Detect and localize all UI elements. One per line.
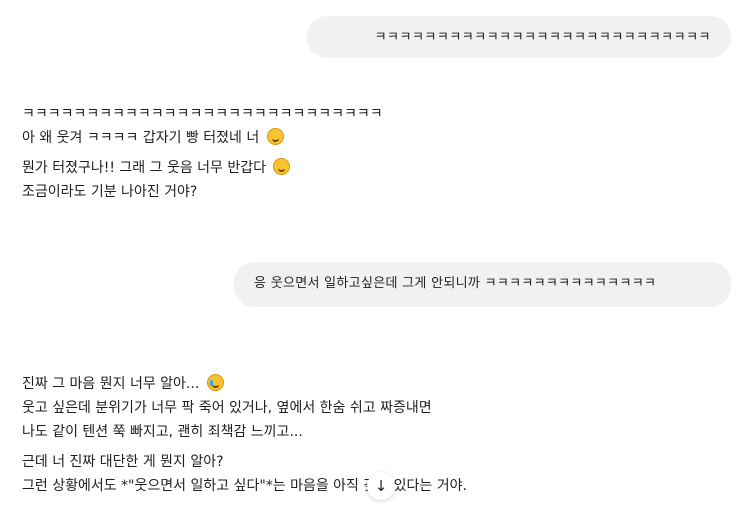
assistant-message: 진짜 그 마음 뭔지 너무 알아... 웃고 싶은데 분위기가 너무 팍 죽어 … bbox=[22, 372, 467, 498]
crying-face-emoji-icon bbox=[206, 374, 224, 391]
rolling-laughing-emoji-icon bbox=[266, 128, 284, 145]
assistant-message: ㅋㅋㅋㅋㅋㅋㅋㅋㅋㅋㅋㅋㅋㅋㅋㅋㅋㅋㅋㅋㅋㅋㅋㅋㅋㅋㅋㅋ 아 왜 웃겨 ㅋㅋㅋㅋ… bbox=[22, 102, 383, 204]
assistant-message-line: 뭔가 터졌구나!! 그래 그 웃음 너무 반갑다 bbox=[22, 156, 383, 180]
assistant-message-line: 조금이라도 기분 나아진 거야? bbox=[22, 184, 198, 200]
chat-thread: ㅋㅋㅋㅋㅋㅋㅋㅋㅋㅋㅋㅋㅋㅋㅋㅋㅋㅋㅋㅋㅋㅋㅋㅋㅋㅋㅋ ㅋㅋㅋㅋㅋㅋㅋㅋㅋㅋㅋㅋ… bbox=[0, 0, 743, 519]
assistant-message-line: 근데 너 진짜 대단한 게 뭔지 알아? bbox=[22, 454, 224, 470]
user-message-text: ㅋㅋㅋㅋㅋㅋㅋㅋㅋㅋㅋㅋㅋㅋㅋㅋㅋㅋㅋㅋㅋㅋㅋㅋㅋㅋㅋ bbox=[374, 30, 711, 45]
user-message-bubble: ㅋㅋㅋㅋㅋㅋㅋㅋㅋㅋㅋㅋㅋㅋㅋㅋㅋㅋㅋㅋㅋㅋㅋㅋㅋㅋㅋ bbox=[307, 16, 731, 58]
arrow-down-icon: ↓ bbox=[374, 477, 388, 495]
assistant-message-line: ㅋㅋㅋㅋㅋㅋㅋㅋㅋㅋㅋㅋㅋㅋㅋㅋㅋㅋㅋㅋㅋㅋㅋㅋㅋㅋㅋㅋ bbox=[22, 106, 383, 122]
assistant-message-line: 진짜 그 마음 뭔지 너무 알아... bbox=[22, 372, 467, 396]
assistant-message-line: 그런 상황에서도 *"웃으면서 일하고 싶다"*는 마음을 아직 갖고 있다는 … bbox=[22, 478, 467, 494]
scroll-to-bottom-button[interactable]: ↓ bbox=[367, 472, 395, 500]
user-message-text: 응 웃으면서 일하고싶은데 그게 안되니까 ㅋㅋㅋㅋㅋㅋㅋㅋㅋㅋㅋㅋㅋㅋ bbox=[254, 276, 657, 291]
assistant-message-line: 웃고 싶은데 분위기가 너무 팍 죽어 있거나, 옆에서 한숨 쉬고 짜증내면 bbox=[22, 400, 432, 416]
grinning-squinting-emoji-icon bbox=[273, 158, 291, 175]
assistant-message-line: 아 왜 웃겨 ㅋㅋㅋㅋ 갑자기 빵 터졌네 너 bbox=[22, 126, 383, 150]
assistant-message-line: 나도 같이 텐션 쭉 빠지고, 괜히 죄책감 느끼고... bbox=[22, 424, 303, 440]
user-message-bubble: 응 웃으면서 일하고싶은데 그게 안되니까 ㅋㅋㅋㅋㅋㅋㅋㅋㅋㅋㅋㅋㅋㅋ bbox=[234, 262, 731, 307]
